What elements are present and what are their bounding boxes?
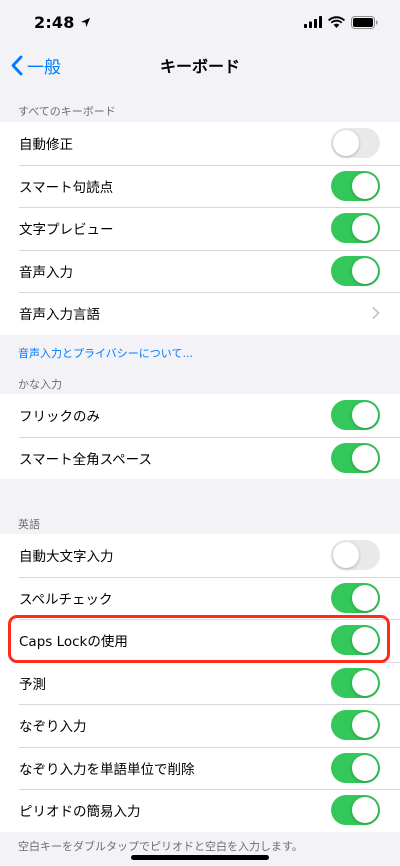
toggle-knob: [352, 215, 378, 242]
dictation-toggle[interactable]: [331, 255, 380, 286]
toggle-knob: [352, 172, 378, 199]
toggle-knob: [352, 669, 378, 696]
back-button-label: 一般: [27, 57, 61, 78]
character-preview-toggle[interactable]: [331, 213, 380, 244]
row-spell-check: スペルチェック: [0, 576, 400, 620]
group-all-keyboards: 自動修正 スマート句読点 文字プレビュー 音声入力 音声入力言語: [0, 122, 400, 335]
flick-only-toggle[interactable]: [331, 400, 380, 431]
row-period-shortcut: ピリオドの簡易入力: [0, 789, 400, 832]
row-dictation-languages[interactable]: 音声入力言語: [0, 292, 400, 335]
predictive-toggle[interactable]: [331, 667, 380, 698]
battery-icon: [351, 15, 378, 29]
row-label: スマート全角スペース: [19, 451, 152, 468]
location-arrow-icon: [80, 17, 90, 27]
row-label: 音声入力: [19, 264, 73, 281]
row-label: 音声入力言語: [19, 307, 100, 324]
toggle-knob: [352, 257, 378, 284]
toggle-knob: [352, 444, 378, 471]
row-label: Caps Lockの使用: [19, 634, 128, 651]
status-time: 2:48: [34, 12, 75, 32]
row-label: スマート句読点: [19, 179, 114, 196]
section-header-kana: かな入力: [18, 378, 62, 391]
toggle-knob: [352, 402, 378, 429]
row-auto-capitalization: 自動大文字入力: [0, 534, 400, 577]
back-button[interactable]: 一般: [10, 44, 61, 86]
group-kana: フリックのみ スマート全角スペース: [0, 394, 400, 479]
toggle-knob: [352, 627, 378, 654]
toggle-knob: [352, 754, 378, 781]
period-shortcut-toggle[interactable]: [331, 795, 380, 826]
wifi-icon: [328, 16, 345, 28]
auto-capitalization-toggle[interactable]: [331, 540, 380, 571]
toggle-knob: [352, 797, 378, 824]
section-header-all-keyboards: すべてのキーボード: [18, 105, 116, 118]
row-label: スペルチェック: [19, 591, 113, 608]
caps-lock-toggle[interactable]: [331, 625, 380, 656]
row-smart-punctuation: スマート句読点: [0, 164, 400, 208]
row-label: フリックのみ: [19, 409, 100, 426]
row-delete-slide-to-type-by-word: なぞり入力を単語単位で削除: [0, 746, 400, 790]
row-smart-fullwidth-space: スマート全角スペース: [0, 436, 400, 480]
group-english: 自動大文字入力 スペルチェック Caps Lockの使用 予測 なぞり入力 なぞ…: [0, 534, 400, 832]
row-predictive: 予測: [0, 661, 400, 705]
row-label: 予測: [19, 676, 46, 693]
section-header-english: 英語: [18, 518, 40, 531]
row-label: 文字プレビュー: [19, 222, 114, 239]
row-slide-to-type: なぞり入力: [0, 704, 400, 747]
auto-correction-toggle[interactable]: [331, 128, 380, 159]
row-label: なぞり入力: [19, 719, 87, 736]
chevron-right-icon: [372, 307, 380, 320]
smart-fullwidth-space-toggle[interactable]: [331, 442, 380, 473]
status-time-wrap: 2:48: [34, 13, 91, 32]
row-dictation: 音声入力: [0, 249, 400, 293]
row-character-preview: 文字プレビュー: [0, 207, 400, 250]
row-auto-correction: 自動修正: [0, 122, 400, 165]
row-caps-lock: Caps Lockの使用: [0, 619, 400, 662]
row-label: なぞり入力を単語単位で削除: [19, 761, 195, 778]
spell-check-toggle[interactable]: [331, 582, 380, 613]
home-indicator: [131, 855, 269, 860]
chevron-left-icon: [11, 55, 23, 75]
row-label: ピリオドの簡易入力: [19, 804, 141, 821]
navigation-bar: 一般 キーボード: [0, 44, 400, 86]
toggle-knob: [333, 130, 359, 157]
status-icons: [304, 15, 378, 29]
row-label: 自動修正: [19, 137, 73, 154]
period-shortcut-footer: 空白キーをダブルタップでピリオドと空白を入力します。: [18, 840, 303, 853]
toggle-knob: [333, 542, 359, 569]
status-bar: 2:48: [0, 0, 400, 44]
slide-to-type-toggle[interactable]: [331, 710, 380, 741]
page-title: キーボード: [159, 57, 240, 76]
row-label: 自動大文字入力: [19, 549, 114, 566]
toggle-knob: [352, 584, 378, 611]
row-flick-only: フリックのみ: [0, 394, 400, 437]
smart-punctuation-toggle[interactable]: [331, 170, 380, 201]
dictation-privacy-link[interactable]: 音声入力とプライバシーについて...: [18, 345, 193, 361]
cellular-signal-icon: [304, 16, 322, 28]
delete-slide-to-type-by-word-toggle[interactable]: [331, 752, 380, 783]
toggle-knob: [352, 712, 378, 739]
